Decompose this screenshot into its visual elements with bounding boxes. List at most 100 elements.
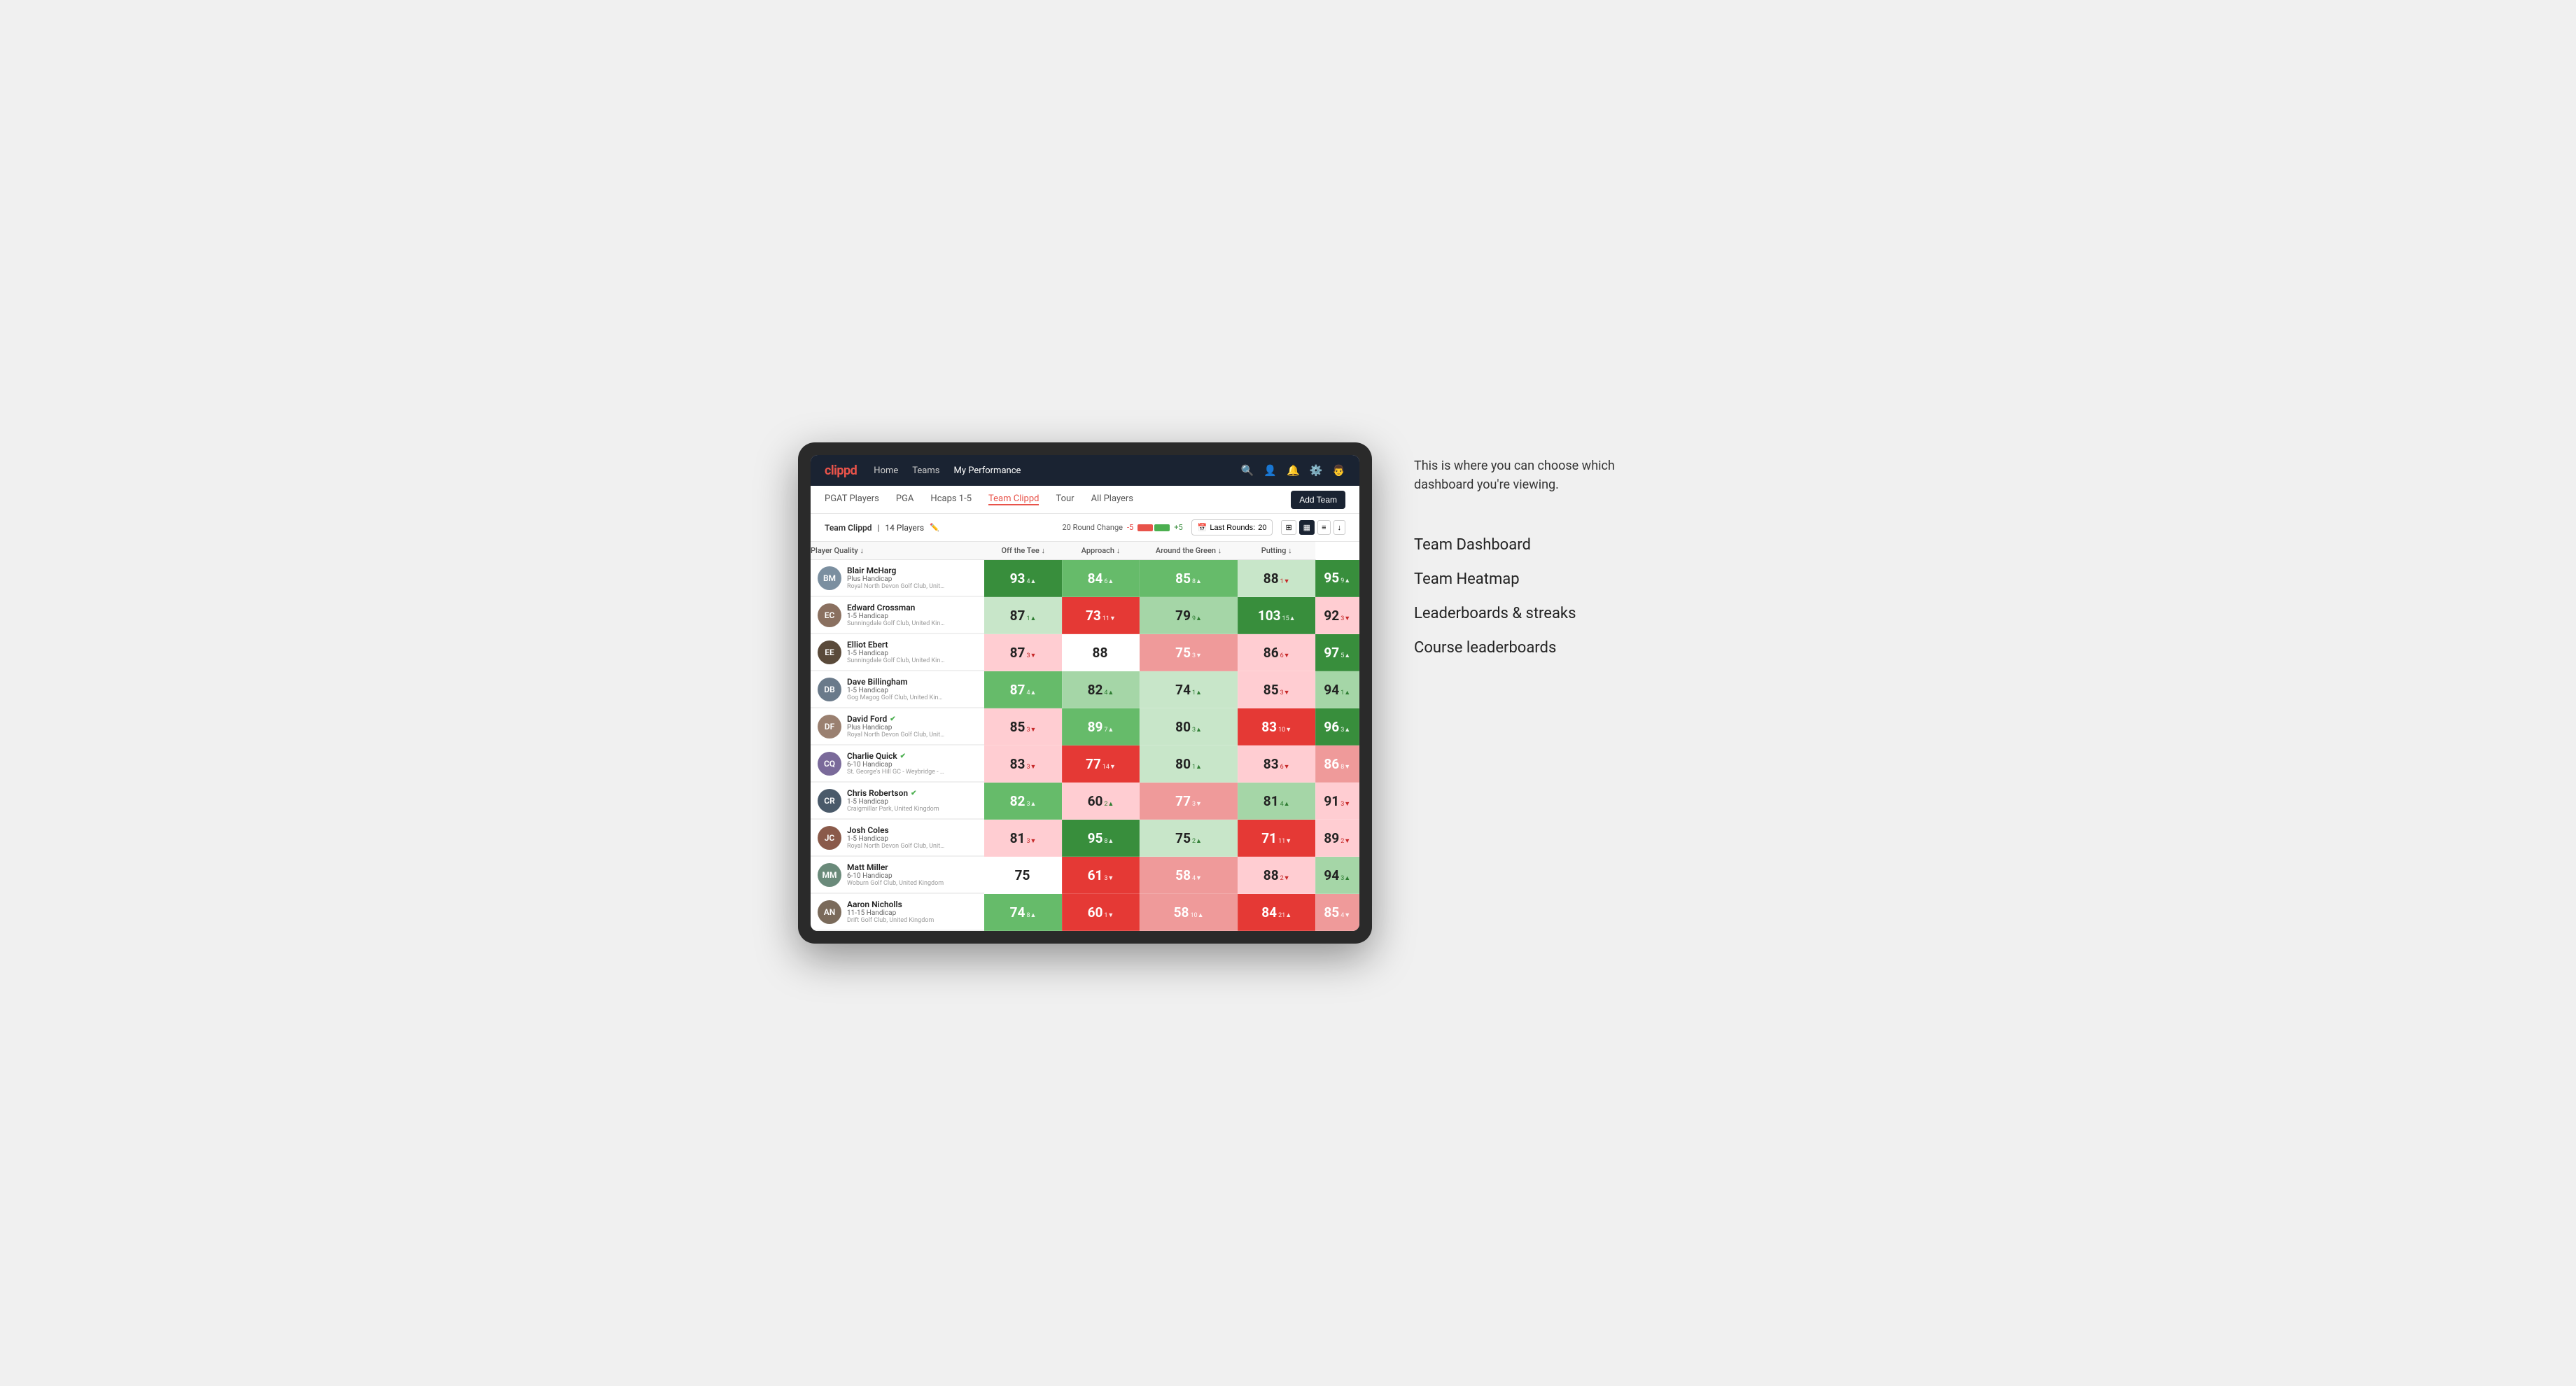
menu-item-2: Leaderboards & streaks xyxy=(1414,605,1624,622)
stat-value: 82 xyxy=(1010,793,1026,809)
annotation-panel: This is where you can choose which dashb… xyxy=(1414,442,1624,673)
stat-change: 3▼ xyxy=(1026,837,1036,845)
stat-value: 84 xyxy=(1088,570,1103,587)
player-cell[interactable]: AN Aaron Nicholls 11-15 Handicap Drift G… xyxy=(811,894,984,931)
nav-link-my-performance[interactable]: My Performance xyxy=(953,465,1021,476)
nav-link-home[interactable]: Home xyxy=(874,465,898,476)
subnav-all-players[interactable]: All Players xyxy=(1091,493,1133,505)
stat-value: 81 xyxy=(1010,830,1026,846)
player-club: Royal North Devon Golf Club, United King… xyxy=(847,732,945,738)
player-row-9[interactable]: AN Aaron Nicholls 11-15 Handicap Drift G… xyxy=(811,894,984,930)
player-avatar: JC xyxy=(818,826,841,850)
stat-change: 15▲ xyxy=(1282,615,1296,622)
stat-change: 1▲ xyxy=(1192,689,1202,696)
player-cell[interactable]: CQ Charlie Quick ✔ 6-10 Handicap St. Geo… xyxy=(811,746,984,783)
player-cell[interactable]: MM Matt Miller 6-10 Handicap Woburn Golf… xyxy=(811,857,984,894)
player-handicap: 1-5 Handicap xyxy=(847,835,977,843)
player-row-3[interactable]: DB Dave Billingham 1-5 Handicap Gog Mago… xyxy=(811,671,984,708)
nav-link-teams[interactable]: Teams xyxy=(912,465,939,476)
player-info: Dave Billingham 1-5 Handicap Gog Magog G… xyxy=(847,677,977,701)
stat-player-quality: 87 4▲ xyxy=(984,671,1062,708)
subnav-pga[interactable]: PGA xyxy=(896,493,914,505)
col-header-approach: Approach ↓ xyxy=(1062,542,1140,560)
player-name: Chris Robertson ✔ xyxy=(847,788,977,798)
player-row-1[interactable]: EC Edward Crossman 1-5 Handicap Sunningd… xyxy=(811,597,984,634)
player-handicap: Plus Handicap xyxy=(847,724,977,732)
heatmap-view-button[interactable]: ▦ xyxy=(1299,520,1315,535)
player-avatar: EE xyxy=(818,640,841,664)
list-view-button[interactable]: ≡ xyxy=(1317,520,1330,535)
stat-value: 73 xyxy=(1086,608,1101,624)
player-info: Josh Coles 1-5 Handicap Royal North Devo… xyxy=(847,825,977,850)
stat-value: 93 xyxy=(1010,570,1026,587)
stat-value: 96 xyxy=(1324,719,1339,735)
menu-item-0: Team Dashboard xyxy=(1414,536,1624,554)
player-row-6[interactable]: CR Chris Robertson ✔ 1-5 Handicap Craigm… xyxy=(811,783,984,819)
player-cell[interactable]: EE Elliot Ebert 1-5 Handicap Sunningdale… xyxy=(811,634,984,671)
search-icon[interactable]: 🔍 xyxy=(1241,464,1254,477)
stat-value: 60 xyxy=(1088,904,1103,920)
stat-value: 89 xyxy=(1088,719,1103,735)
team-name: Team Clippd xyxy=(825,523,872,533)
subnav-pgat[interactable]: PGAT Players xyxy=(825,493,879,505)
player-row-5[interactable]: CQ Charlie Quick ✔ 6-10 Handicap St. Geo… xyxy=(811,746,984,782)
player-row-2[interactable]: EE Elliot Ebert 1-5 Handicap Sunningdale… xyxy=(811,634,984,671)
player-cell[interactable]: JC Josh Coles 1-5 Handicap Royal North D… xyxy=(811,820,984,857)
user-avatar-icon[interactable]: 👨 xyxy=(1332,464,1345,477)
player-row-7[interactable]: JC Josh Coles 1-5 Handicap Royal North D… xyxy=(811,820,984,856)
stat-change: 2▼ xyxy=(1340,837,1350,845)
stat-around-green: 84 21▲ xyxy=(1238,894,1315,931)
player-name: Edward Crossman xyxy=(847,603,977,612)
stat-player-quality: 85 3▼ xyxy=(984,708,1062,746)
stat-value: 75 xyxy=(1175,645,1191,661)
col-header-around-green: Around the Green ↓ xyxy=(1140,542,1238,560)
settings-icon[interactable]: ⚙️ xyxy=(1310,464,1323,477)
player-row-0[interactable]: BM Blair McHarg Plus Handicap Royal Nort… xyxy=(811,560,984,596)
stat-value: 77 xyxy=(1175,793,1191,809)
player-row-8[interactable]: MM Matt Miller 6-10 Handicap Woburn Golf… xyxy=(811,857,984,893)
stat-value: 91 xyxy=(1324,793,1339,809)
player-club: Sunningdale Golf Club, United Kingdom xyxy=(847,620,945,627)
stat-change: 3▲ xyxy=(1192,726,1202,734)
player-info: Matt Miller 6-10 Handicap Woburn Golf Cl… xyxy=(847,862,977,887)
stat-change: 3▼ xyxy=(1026,652,1036,659)
grid-view-button[interactable]: ⊞ xyxy=(1281,520,1296,535)
stat-value: 83 xyxy=(1010,756,1026,772)
edit-icon[interactable]: ✏️ xyxy=(930,523,939,532)
stat-around-green: 88 2▼ xyxy=(1238,857,1315,894)
subnav-team-clippd[interactable]: Team Clippd xyxy=(988,493,1039,505)
stat-value: 77 xyxy=(1086,756,1101,772)
stat-off-tee: 60 1▼ xyxy=(1062,894,1140,931)
player-cell[interactable]: EC Edward Crossman 1-5 Handicap Sunningd… xyxy=(811,597,984,634)
stat-off-tee: 61 3▼ xyxy=(1062,857,1140,894)
player-name: Elliot Ebert xyxy=(847,640,977,650)
bell-icon[interactable]: 🔔 xyxy=(1287,464,1300,477)
download-button[interactable]: ↓ xyxy=(1334,520,1346,535)
player-handicap: 1-5 Handicap xyxy=(847,612,977,620)
player-cell[interactable]: CR Chris Robertson ✔ 1-5 Handicap Craigm… xyxy=(811,783,984,820)
stat-putting: 96 3▲ xyxy=(1315,708,1359,746)
last-rounds-button[interactable]: 📅 Last Rounds: 20 xyxy=(1191,519,1273,536)
player-cell[interactable]: DF David Ford ✔ Plus Handicap Royal Nort… xyxy=(811,708,984,746)
stat-value: 88 xyxy=(1264,867,1279,883)
profile-icon[interactable]: 👤 xyxy=(1264,464,1277,477)
player-cell[interactable]: DB Dave Billingham 1-5 Handicap Gog Mago… xyxy=(811,671,984,708)
bar-green xyxy=(1154,524,1170,531)
stat-player-quality: 81 3▼ xyxy=(984,820,1062,857)
add-team-button[interactable]: Add Team xyxy=(1291,491,1345,509)
stats-table: Player Quality ↓ Off the Tee ↓ Approach … xyxy=(811,542,1359,931)
stat-player-quality: 83 3▼ xyxy=(984,746,1062,783)
subnav-hcaps[interactable]: Hcaps 1-5 xyxy=(930,493,972,505)
sub-nav-right: Add Team xyxy=(1291,491,1345,509)
player-avatar: AN xyxy=(818,900,841,924)
stat-change: 10▲ xyxy=(1190,911,1203,919)
verified-icon: ✔ xyxy=(900,752,906,760)
player-name: Blair McHarg xyxy=(847,566,977,575)
player-cell[interactable]: BM Blair McHarg Plus Handicap Royal Nort… xyxy=(811,560,984,597)
stat-player-quality: 82 3▲ xyxy=(984,783,1062,820)
stat-putting: 86 8▼ xyxy=(1315,746,1359,783)
player-row-4[interactable]: DF David Ford ✔ Plus Handicap Royal Nort… xyxy=(811,708,984,745)
subnav-tour[interactable]: Tour xyxy=(1056,493,1074,505)
player-club: Gog Magog Golf Club, United Kingdom xyxy=(847,694,945,701)
player-handicap: 1-5 Handicap xyxy=(847,650,977,657)
